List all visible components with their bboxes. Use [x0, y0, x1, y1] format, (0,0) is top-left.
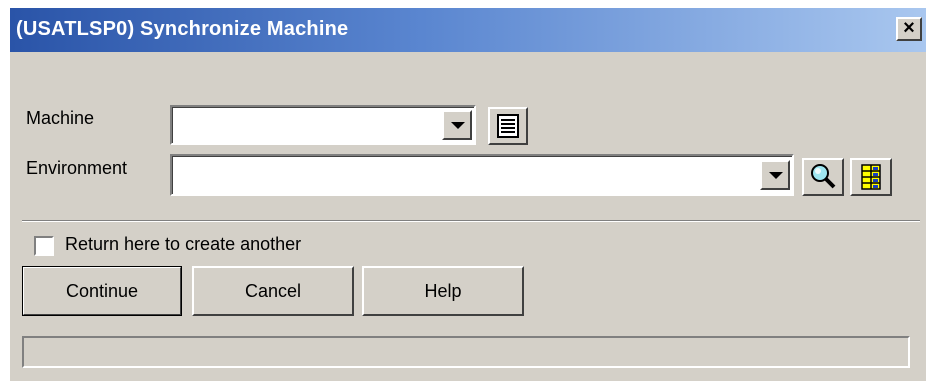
separator	[22, 220, 920, 222]
help-button[interactable]: Help	[362, 266, 524, 316]
return-here-label[interactable]: Return here to create another	[65, 234, 301, 255]
machine-combobox[interactable]	[170, 105, 476, 145]
title-bar[interactable]: (USATLSP0) Synchronize Machine ×	[10, 8, 926, 52]
grid-icon	[861, 164, 881, 190]
grid-button[interactable]	[850, 158, 892, 196]
environment-label: Environment	[26, 158, 128, 178]
window-title: (USATLSP0) Synchronize Machine	[16, 18, 349, 40]
machine-dropdown-button[interactable]	[442, 110, 472, 140]
status-bar	[22, 336, 910, 368]
chevron-down-icon	[769, 172, 783, 179]
close-icon: ×	[903, 17, 915, 39]
close-button[interactable]: ×	[896, 17, 922, 41]
machine-label: Machine	[26, 108, 95, 128]
machine-list-button[interactable]	[488, 107, 528, 145]
synchronize-machine-dialog: (USATLSP0) Synchronize Machine × Machine…	[10, 8, 926, 381]
magnifier-icon	[811, 164, 836, 189]
chevron-down-icon	[451, 122, 465, 129]
cancel-button[interactable]: Cancel	[192, 266, 354, 316]
list-icon	[497, 114, 519, 138]
search-button[interactable]	[802, 158, 844, 196]
environment-combobox[interactable]	[170, 154, 794, 196]
continue-button[interactable]: Continue	[22, 266, 182, 316]
environment-dropdown-button[interactable]	[760, 160, 790, 190]
return-here-checkbox[interactable]	[34, 236, 54, 256]
